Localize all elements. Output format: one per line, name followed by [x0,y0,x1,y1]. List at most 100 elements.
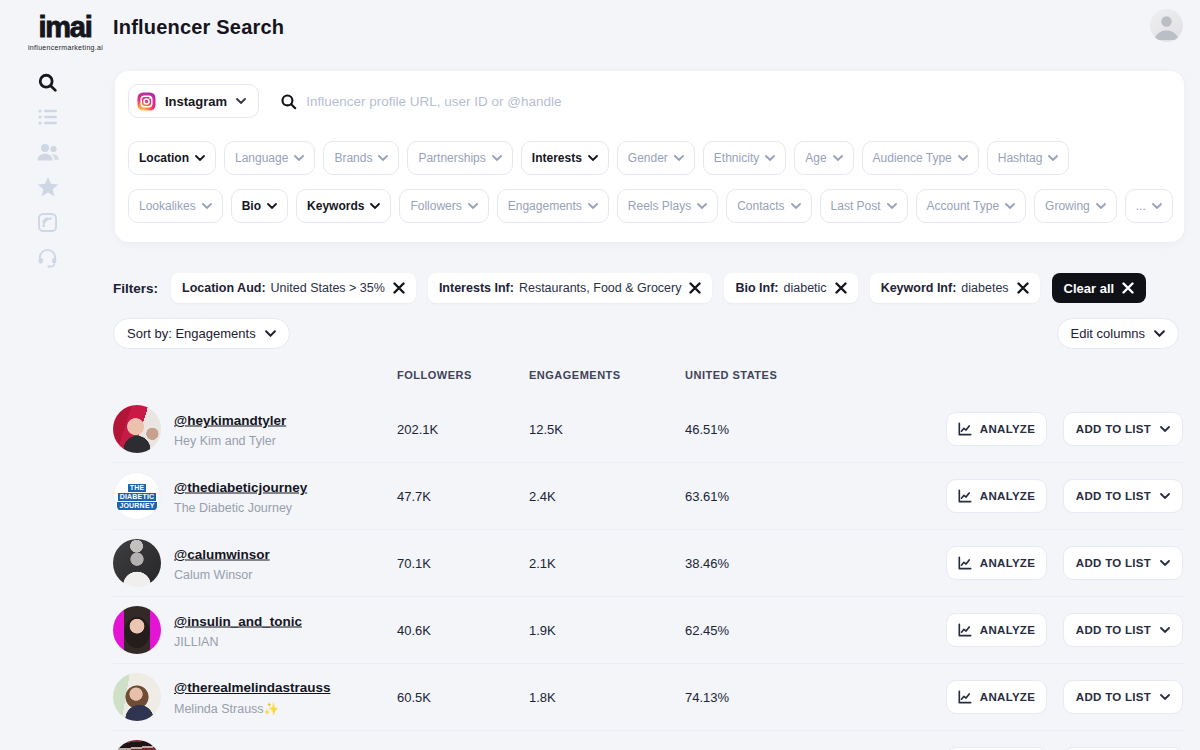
influencer-avatar[interactable]: THEDIABETICJOURNEY [113,472,161,520]
remove-filter-button[interactable] [1017,282,1029,294]
analyze-button[interactable]: ANALYZE [946,613,1047,647]
influencer-avatar[interactable] [113,405,161,453]
table-row: ANALYZE ADD TO LIST [113,731,1185,750]
influencer-name: Calum Winsor [174,568,270,582]
filter-chip[interactable]: Bio [231,189,288,223]
active-filter-name: Location Aud: [182,281,266,295]
chart-line-icon [958,556,972,570]
filter-chip[interactable]: Ethnicity [703,141,786,175]
chevron-down-icon [1005,203,1015,209]
sort-by-dropdown[interactable]: Sort by: Engagements [113,318,290,349]
chevron-down-icon [195,155,205,161]
filter-chip[interactable]: Lookalikes [128,189,223,223]
influencer-identity: @thediabeticjourney The Diabetic Journey [174,478,307,515]
chevron-down-icon [833,155,843,161]
table-body: @heykimandtyler Hey Kim and Tyler 202.1K… [113,396,1185,750]
filter-chip[interactable]: Contacts [726,189,811,223]
chevron-down-icon [1152,203,1162,209]
filter-chip[interactable]: Followers [399,189,488,223]
analyze-button[interactable]: ANALYZE [946,546,1047,580]
filter-chip[interactable]: Last Post [820,189,908,223]
filter-chip[interactable]: Hashtag [987,141,1070,175]
brand-logo[interactable]: imai influencermarketing.ai [28,10,102,51]
influencer-handle-link[interactable]: @insulin_and_tonic [174,614,302,629]
filter-chip[interactable]: Location [128,141,216,175]
remove-filter-button[interactable] [689,282,701,294]
clear-all-button[interactable]: Clear all [1052,273,1147,303]
sidebar-item-lists[interactable] [31,106,65,128]
filter-chip[interactable]: Engagements [497,189,609,223]
chevron-down-icon [468,203,478,209]
add-to-list-button[interactable]: ADD TO LIST [1063,613,1183,647]
results-table: FOLLOWERS ENGAGEMENTS UNITED STATES @hey… [113,361,1185,750]
filter-chip[interactable]: Language [224,141,315,175]
search-icon [37,72,58,93]
influencer-avatar[interactable] [113,673,161,721]
platform-select[interactable]: Instagram [128,84,259,118]
chevron-down-icon [1160,627,1170,633]
sidebar-item-support[interactable] [31,246,65,268]
followers-value: 40.6K [397,623,431,638]
add-to-list-button[interactable]: ADD TO LIST [1063,680,1183,714]
avatar-logo-text: THE [128,484,147,492]
user-avatar[interactable] [1150,9,1183,42]
sidebar-item-influencers[interactable] [31,141,65,163]
chevron-down-icon [674,155,684,161]
sidebar-item-search[interactable] [31,71,65,93]
influencer-handle-link[interactable]: @thediabeticjourney [174,480,307,495]
add-to-list-button[interactable]: ADD TO LIST [1063,546,1183,580]
chevron-down-icon [887,203,897,209]
influencer-avatar[interactable] [113,539,161,587]
chevron-down-icon [1154,330,1165,337]
filter-chip[interactable]: Account Type [916,189,1027,223]
page-title: Influencer Search [113,16,284,39]
table-row: @therealmelindastrauss Melinda Strauss✨ … [113,664,1185,731]
remove-filter-button[interactable] [835,282,847,294]
add-to-list-button[interactable]: ADD TO LIST [1063,412,1183,446]
analyze-button[interactable]: ANALYZE [946,680,1047,714]
chevron-down-icon [1160,426,1170,432]
influencer-name: Melinda Strauss✨ [174,701,330,716]
remove-filter-button[interactable] [393,282,405,294]
filter-chip-label: Bio [242,199,261,213]
analyze-button[interactable]: ANALYZE [946,479,1047,513]
followers-value: 47.7K [397,489,431,504]
filter-chip-label: Last Post [831,199,881,213]
filter-chip-label: Location [139,151,189,165]
add-to-list-button[interactable]: ADD TO LIST [1063,479,1183,513]
sort-by-label: Sort by: Engagements [127,326,256,341]
filter-chip[interactable]: ... [1125,189,1173,223]
influencer-avatar[interactable] [113,606,161,654]
filter-chip-label: Followers [410,199,461,213]
filter-chip[interactable]: Keywords [296,189,391,223]
active-filter-name: Keyword Inf: [881,281,957,295]
instagram-icon [137,92,156,111]
filter-chip[interactable]: Growing [1034,189,1117,223]
active-filter-value: United States > 35% [271,281,385,295]
filter-chip[interactable]: Age [794,141,853,175]
filter-chip[interactable]: Audience Type [862,141,979,175]
filter-chip-label: Partnerships [418,151,485,165]
filter-chip-label: Language [235,151,288,165]
engagements-value: 2.1K [529,556,556,571]
sidebar-item-favorites[interactable] [31,176,65,198]
chart-line-icon [958,489,972,503]
filter-chip-label: ... [1136,199,1146,213]
filter-chip[interactable]: Gender [617,141,695,175]
edit-columns-dropdown[interactable]: Edit columns [1057,318,1179,349]
filter-chip[interactable]: Partnerships [407,141,512,175]
influencer-avatar[interactable] [113,740,161,750]
search-input[interactable] [306,94,1171,109]
close-icon [689,282,701,294]
influencer-handle-link[interactable]: @calumwinsor [174,547,270,562]
sidebar-item-feed[interactable] [31,211,65,233]
influencer-handle-link[interactable]: @heykimandtyler [174,413,286,428]
analyze-button[interactable]: ANALYZE [946,412,1047,446]
analyze-label: ANALYZE [980,490,1035,502]
filter-chip[interactable]: Brands [323,141,399,175]
filter-chip[interactable]: Interests [521,141,609,175]
filter-chip[interactable]: Reels Plays [617,189,718,223]
influencer-handle-link[interactable]: @therealmelindastrauss [174,680,330,695]
active-filter-chip: Bio Inf: diabetic [724,273,857,303]
avatar-logo-text: JOURNEY [117,502,156,510]
